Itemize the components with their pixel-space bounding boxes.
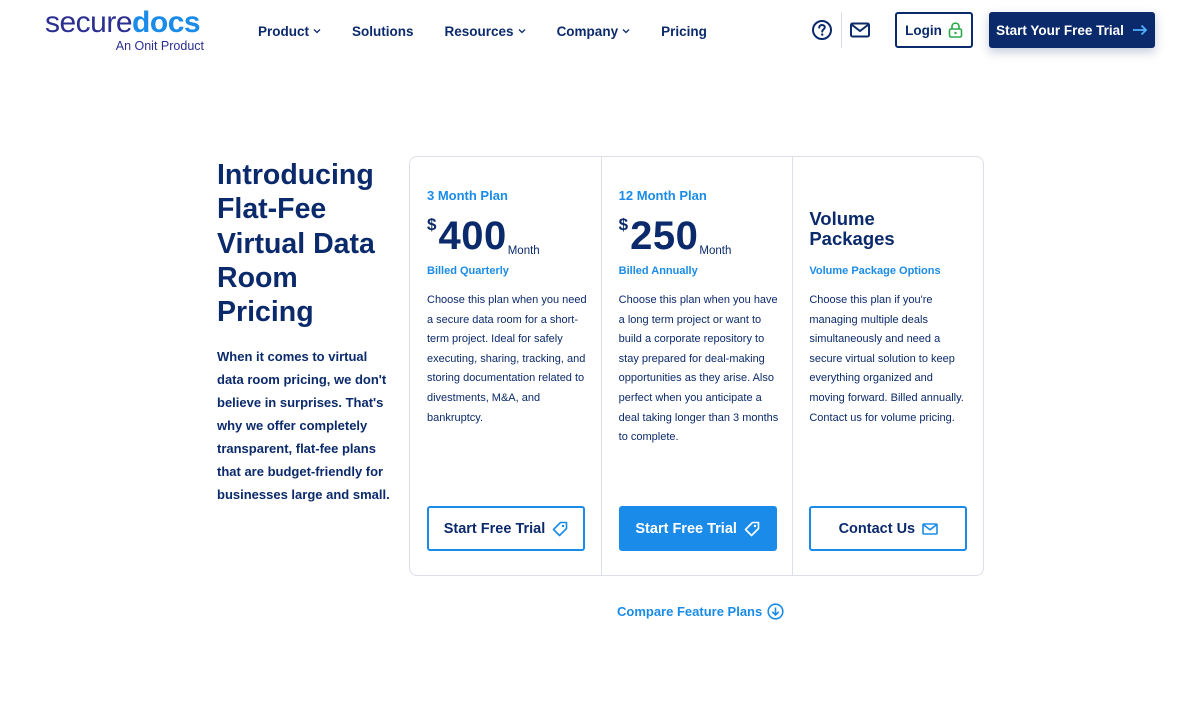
plan-card-12-month: 12 Month Plan $ 250 Month Billed Annuall…	[600, 157, 793, 575]
price-currency: $	[618, 215, 629, 234]
lock-icon	[948, 22, 963, 38]
volume-title: Volume Packages	[809, 208, 895, 249]
header-divider	[841, 12, 842, 48]
billing-cycle: Billed Annually	[618, 265, 698, 277]
plan-name: 3 Month Plan	[427, 188, 508, 203]
plan-description: Choose this plan if you're managing mult…	[809, 294, 964, 424]
nav-item-label: Pricing	[661, 23, 707, 39]
price-period: Month	[507, 245, 540, 257]
plan-card-volume: Volume Packages Volume Package Options C…	[792, 157, 983, 575]
button-label: Start Free Trial	[635, 520, 737, 537]
mail-icon[interactable]	[849, 19, 871, 41]
plan-name: 12 Month Plan	[618, 188, 707, 203]
plan-price: $ 400 Month	[427, 213, 540, 261]
login-label: Login	[905, 22, 942, 38]
logo-wordmark: securedocs	[45, 6, 201, 39]
billing-cycle: Billed Quarterly	[427, 265, 509, 277]
price-amount: 400	[438, 214, 507, 258]
tag-icon	[552, 521, 568, 537]
nav-item-label: Resources	[444, 23, 514, 39]
question-circle-icon[interactable]	[811, 19, 833, 41]
intro-text: When it comes to virtual data room prici…	[217, 349, 390, 502]
compare-label: Compare Feature Plans	[617, 604, 763, 619]
nav-item-company[interactable]: Company	[557, 24, 631, 39]
arrow-down-circle-icon	[767, 603, 784, 620]
login-button[interactable]: Login	[895, 12, 973, 48]
main-nav: Product Solutions Resources Company Pric…	[258, 20, 738, 42]
price-currency: $	[427, 215, 437, 234]
nav-item-label: Solutions	[352, 23, 414, 39]
start-free-trial-button[interactable]: Start Free Trial	[427, 506, 585, 551]
start-free-trial-button[interactable]: Start Your Free Trial	[989, 12, 1155, 48]
securedocs-logo[interactable]: securedocs An Onit Product	[45, 6, 210, 56]
start-free-trial-button[interactable]: Start Free Trial	[618, 506, 777, 551]
trial-label: Start Your Free Trial	[996, 22, 1124, 38]
nav-item-resources[interactable]: Resources	[445, 24, 526, 39]
button-label: Contact Us	[838, 520, 916, 537]
nav-item-solutions[interactable]: Solutions	[352, 24, 414, 39]
plan-card-3-month: 3 Month Plan $ 400 Month Billed Quarterl…	[410, 157, 601, 575]
page-title: Introducing Flat-Fee Virtual Data Room P…	[217, 159, 375, 329]
chevron-down-icon	[518, 27, 526, 35]
tag-icon	[744, 521, 760, 537]
site-header: securedocs An Onit Product Product Solut…	[0, 0, 1200, 62]
volume-subtitle: Volume Package Options	[809, 265, 941, 277]
pricing-panel: 3 Month Plan $ 400 Month Billed Quarterl…	[409, 156, 984, 576]
price-period: Month	[699, 245, 732, 257]
contact-us-button[interactable]: Contact Us	[809, 506, 968, 551]
price-amount: 250	[630, 214, 699, 258]
compare-feature-plans-link[interactable]: Compare Feature Plans	[617, 603, 784, 620]
nav-item-pricing[interactable]: Pricing	[661, 24, 707, 39]
plan-price: $ 250 Month	[619, 213, 732, 261]
button-label: Start Free Trial	[443, 520, 546, 537]
plan-description: Choose this plan when you have a long te…	[618, 294, 779, 444]
nav-item-label: Product	[258, 23, 310, 39]
chevron-down-icon	[622, 27, 630, 35]
logo-tagline: An Onit Product	[115, 39, 204, 53]
chevron-down-icon	[313, 27, 321, 35]
nav-item-label: Company	[556, 23, 619, 39]
nav-item-product[interactable]: Product	[258, 24, 321, 39]
plan-description: Choose this plan when you need a secure …	[427, 294, 587, 424]
mail-icon	[922, 521, 938, 537]
arrow-right-icon	[1132, 24, 1148, 36]
